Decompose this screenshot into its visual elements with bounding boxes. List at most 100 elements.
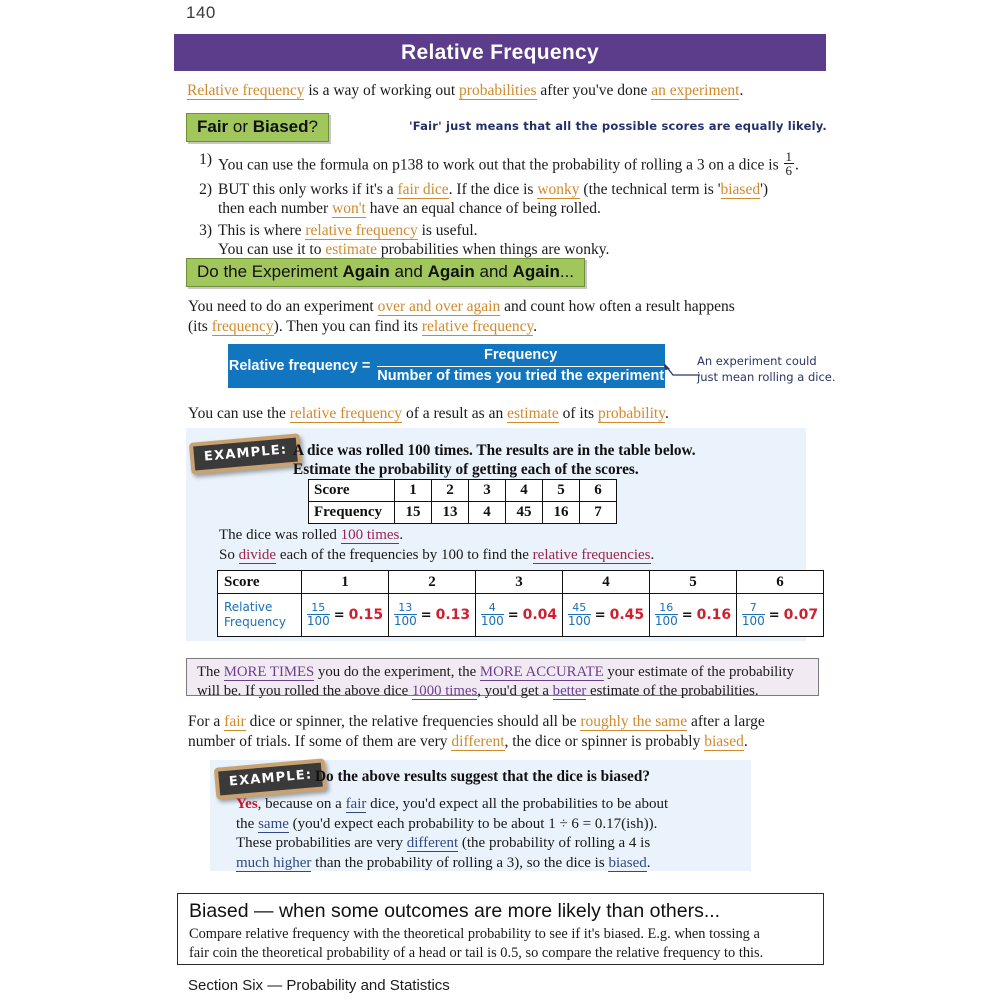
li3-seg1: This is where [218,221,306,239]
pu-seg2: of a result as an [402,405,508,422]
freq-table-rowhead-score: Score [308,479,395,502]
fd-term-biased: biased [704,733,744,751]
li2-seg4: ') [760,180,769,198]
formula-left-side: Relative frequency = [228,358,371,374]
pk-seg6: estimate of the probabilities. [586,683,759,699]
table-row-score: Score 1 2 3 4 5 6 [308,479,617,502]
pk-seg5: , you'd get a [477,683,553,699]
summary-body: Compare relative frequency with the theo… [189,925,813,962]
rf-label-line2: Frequency [224,615,286,629]
ex1b-seg5: . [650,546,655,563]
freq-value-6: 7 [579,501,617,524]
li2-term-wonky: wonky [537,180,580,199]
note-experiment-line2: just mean rolling a dice. [697,370,836,384]
freq-value-4: 45 [505,501,543,524]
pk-term-more-times: MORE TIMES [223,664,315,681]
note-fair-definition: 'Fair' just means that all the possible … [409,119,827,133]
relfreq-den-6: 100 [741,613,765,628]
freq-value-2: 13 [431,501,469,524]
relfreq-num-2: 13 [398,600,413,614]
pn-seg4: ). Then you can find its [273,318,422,335]
fraction-numerator: 1 [785,149,793,164]
ex1b-seg1: The dice was rolled [219,527,341,543]
list-item-1-text: You can use the formula on p138 to work … [218,156,783,174]
pk-seg2: you do the experiment, the [314,664,480,680]
heading-again-c: and [389,262,428,281]
relfreq-cell-3: 4 100 = 0.04 [475,593,563,637]
li2-term-biased: biased [720,180,761,199]
freq-score-5: 5 [542,479,580,502]
ex2-seg1: , because on a [257,796,346,812]
rf-label-line1: Relative [224,600,273,614]
note-experiment-annotation: An experiment could just mean rolling a … [697,353,836,385]
relfreq-den-2: 100 [393,613,417,628]
list-item-1-period: . [795,156,799,174]
li2-term-fair-dice: fair dice [397,180,449,199]
intro-term-experiment: an experiment [651,82,740,100]
freq-value-5: 16 [542,501,580,524]
ex2-seg8: . [646,854,651,871]
ex2-seg6: (the probability of rolling a 4 is [458,835,651,851]
paragraph-use-relative-frequency: You can use the relative frequency of a … [188,404,848,424]
textbook-page: 140 Relative Frequency Relative frequenc… [0,0,1000,1000]
example-2-question: Do the above results suggest that the di… [315,768,650,785]
relfreq-num-6: 7 [749,600,757,614]
relfreq-num-5: 16 [659,600,674,614]
ex1b-seg4: each of the frequencies by 100 to find t… [276,546,533,563]
ex2-seg5: These probabilities are very [236,835,407,851]
relfreq-equals-4: = [594,607,606,623]
heading-again-d: Again [427,262,475,281]
pn-seg2: and count how often a result happens [500,298,735,315]
ex2-term-fair: fair [345,796,367,813]
relfreq-equals-1: = [333,607,345,623]
freq-score-2: 2 [431,479,469,502]
page-title: Relative Frequency [401,40,599,64]
ex2-seg4: (you'd expect each probability to be abo… [288,815,658,832]
note-experiment-line1: An experiment could [697,354,817,368]
pn-seg5: . [533,318,538,335]
heading-fair: Fair [197,117,229,136]
relfreq-equals-6: = [768,607,780,623]
relfreq-equals-2: = [420,607,432,623]
freq-score-1: 1 [394,479,432,502]
heading-question-mark: ? [308,117,318,136]
pk-seg1: The [197,664,224,680]
list-item-1: 1) You can use the formula on p138 to wor… [190,150,830,178]
example-1-question: A dice was rolled 100 times. The results… [293,441,793,479]
pu-seg4: . [664,405,669,422]
frequency-table: Score 1 2 3 4 5 6 Frequency 15 13 4 45 1… [308,479,617,524]
relfreq-fraction-5: 16 100 [654,600,678,629]
pn-seg1: You need to do an experiment [188,298,378,315]
relfreq-equals-5: = [681,607,693,623]
fd-seg1: For a [188,713,225,730]
pn-seg3: (its [188,318,212,335]
relfreq-cell-4: 45 100 = 0.45 [562,593,650,637]
pk-seg4: will be. If you rolled the above dice [197,683,412,699]
formula-fraction: Frequency Number of times you tried the … [377,347,665,385]
ex2-term-much-higher: much higher [236,854,312,872]
pk-seg3: your estimate of the probability [603,664,794,680]
summary-box: Biased — when some outcomes are more lik… [177,893,824,965]
li3-seg2: is useful. [417,221,478,239]
heading-again-e: and [474,262,513,281]
more-times-callout-box: The MORE TIMES you do the experiment, th… [186,658,819,700]
pu-seg3: of its [558,405,598,422]
summary-title: Biased — when some outcomes are more lik… [189,900,721,922]
ex1b-seg3: So [219,546,239,563]
intro-text-1: is a way of working out [304,82,460,99]
relfreq-cell-1: 15 100 = 0.15 [301,593,389,637]
fd-term-different: different [451,733,505,751]
pn-term-frequency: frequency [211,318,274,336]
heading-again-g: ... [559,262,575,281]
fd-seg5: , the dice or spinner is probably [504,733,705,750]
relfreq-score-5: 5 [649,570,737,594]
relfreq-rowhead-score: Score [217,570,302,594]
example-1-explanation: The dice was rolled 100 times. So divide … [219,526,799,565]
fraction-one-sixth: 16 [783,149,795,178]
freq-value-1: 15 [394,501,432,524]
relfreq-den-4: 100 [567,613,591,628]
relfreq-fraction-2: 13 100 [393,600,417,629]
relfreq-fraction-6: 7 100 [741,600,765,629]
relfreq-result-2: 0.13 [435,607,471,623]
pu-term-relative-frequency: relative frequency [289,405,403,423]
